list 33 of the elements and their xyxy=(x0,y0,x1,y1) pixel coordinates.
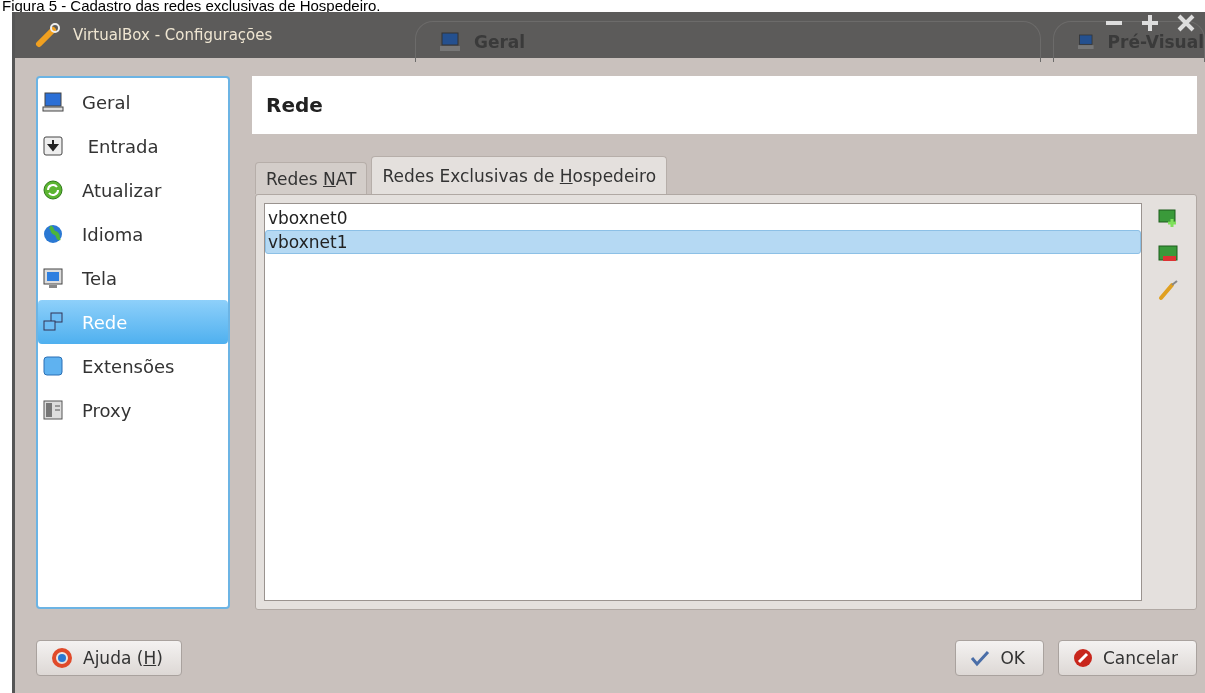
help-button[interactable]: Ajuda (H) xyxy=(36,640,182,676)
ok-button[interactable]: OK xyxy=(955,640,1044,676)
sidebar-item[interactable]: Entrada xyxy=(38,124,228,168)
checkmark-icon xyxy=(970,649,991,667)
sidebar-item[interactable]: Tela xyxy=(38,256,228,300)
window-title: VirtualBox - Configurações xyxy=(73,26,274,44)
laptop-icon xyxy=(440,31,460,52)
close-icon[interactable] xyxy=(1177,14,1195,32)
lifebuoy-icon xyxy=(51,647,73,669)
cancel-icon xyxy=(1073,648,1093,668)
tab[interactable]: Redes Exclusivas de Hospedeiro xyxy=(371,156,668,194)
laptop-icon xyxy=(1078,31,1094,52)
network-icon xyxy=(42,311,64,333)
tab[interactable]: Redes NAT xyxy=(255,162,368,194)
sidebar-item[interactable]: Extensões xyxy=(38,344,228,388)
refresh-icon xyxy=(42,179,64,201)
cancel-button[interactable]: Cancelar xyxy=(1058,640,1197,676)
monitor-icon xyxy=(42,267,64,289)
list-item[interactable]: vboxnet1 xyxy=(265,230,1141,254)
figure-caption: Figura 5 - Cadastro das redes exclusivas de Hospedeiro. xyxy=(1,0,382,12)
list-item[interactable]: vboxnet0 xyxy=(265,206,1141,230)
globe-icon xyxy=(42,223,64,245)
server-icon xyxy=(42,399,64,421)
sidebar-item[interactable]: Proxy xyxy=(38,388,228,432)
laptop-icon xyxy=(42,91,64,113)
square-icon xyxy=(42,355,64,377)
sidebar-item[interactable]: Idioma xyxy=(38,212,228,256)
page-header: Rede xyxy=(252,76,1197,134)
sidebar-item[interactable]: Geral xyxy=(38,80,228,124)
maximize-icon[interactable] xyxy=(1141,14,1159,32)
sidebar-item[interactable]: Atualizar xyxy=(38,168,228,212)
network-add-icon[interactable] xyxy=(1157,207,1179,229)
wrench-icon xyxy=(35,22,61,48)
